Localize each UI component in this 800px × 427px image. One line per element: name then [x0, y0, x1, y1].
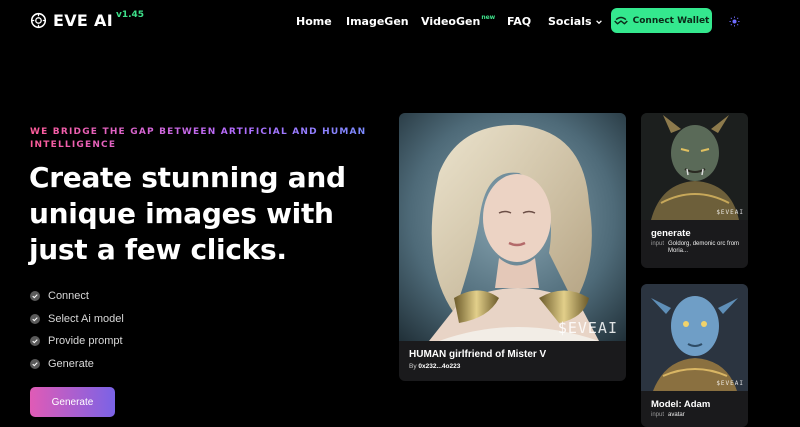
- author-label: By: [409, 363, 417, 370]
- nav-socials-dropdown[interactable]: Socials: [548, 15, 603, 28]
- author-address: 0x232...4o223: [418, 363, 461, 370]
- generate-button[interactable]: Generate: [30, 387, 115, 417]
- hero-headline: Create stunning and unique images with j…: [29, 161, 346, 266]
- connect-wallet-label: Connect Wallet: [632, 15, 710, 26]
- generated-image-avatar: [641, 284, 748, 391]
- step-label: Connect: [48, 290, 89, 303]
- watermark-text: $EVEAI: [716, 209, 744, 216]
- walletconnect-icon: [613, 16, 628, 24]
- nav-videogen-label: VideoGen: [421, 15, 481, 28]
- check-circle-icon: [30, 313, 40, 324]
- nav-socials-label: Socials: [548, 15, 592, 28]
- generated-image-orc: [641, 113, 748, 220]
- step-label: Generate: [48, 357, 94, 370]
- nav-imagegen[interactable]: ImageGen: [346, 15, 409, 28]
- step-item: Provide prompt: [30, 330, 124, 353]
- step-label: Provide prompt: [48, 335, 123, 348]
- gallery-card-generate[interactable]: $EVEAI generate input Goldorg, demonic o…: [641, 113, 748, 268]
- input-label: input: [651, 241, 665, 247]
- new-badge: new: [481, 14, 496, 21]
- card-input: input Goldorg, demonic orc from Moria...: [651, 241, 743, 255]
- nav-faq[interactable]: FAQ: [507, 15, 531, 28]
- chevron-down-icon: [595, 19, 602, 24]
- version-badge: v1.45: [115, 9, 145, 20]
- logo[interactable]: EVE AI v1.45: [30, 9, 145, 30]
- card-title: HUMAN girlfriend of Mister V: [409, 349, 547, 360]
- card-title: Model: Adam: [651, 399, 711, 410]
- connect-wallet-button[interactable]: Connect Wallet: [611, 8, 712, 33]
- nav-videogen[interactable]: VideoGennew: [421, 14, 496, 28]
- check-circle-icon: [30, 291, 40, 302]
- card-input: input avatar: [651, 412, 743, 419]
- sun-icon[interactable]: [729, 16, 740, 27]
- step-item: Select Ai model: [30, 308, 124, 331]
- nav-home[interactable]: Home: [296, 15, 332, 28]
- step-item: Connect: [30, 285, 124, 308]
- step-item: Generate: [30, 353, 124, 376]
- input-value: Goldorg, demonic orc from Moria...: [668, 241, 740, 254]
- check-circle-icon: [30, 358, 40, 369]
- logo-text: EVE AI: [53, 11, 113, 30]
- gallery-card-adam[interactable]: $EVEAI Model: Adam input avatar: [641, 284, 748, 427]
- steps-list: Connect Select Ai model Provide prompt G…: [30, 285, 124, 375]
- check-circle-icon: [30, 336, 40, 347]
- hero-tagline: WE BRIDGE THE GAP BETWEEN ARTIFICIAL AND…: [30, 126, 370, 152]
- card-author: By 0x232...4o223: [409, 363, 460, 370]
- card-title: generate: [651, 228, 691, 239]
- generated-image-woman: [399, 113, 626, 341]
- step-label: Select Ai model: [48, 312, 124, 325]
- top-nav: EVE AI v1.45 Home ImageGen VideoGennew F…: [0, 0, 800, 44]
- watermark-text: $EVEAI: [557, 319, 618, 337]
- gallery-card-main[interactable]: $EVEAI HUMAN girlfriend of Mister V By 0…: [399, 113, 626, 381]
- watermark-text: $EVEAI: [716, 380, 744, 387]
- eve-logo-icon: [30, 12, 47, 29]
- input-label: input: [651, 412, 665, 418]
- input-value: avatar: [668, 412, 685, 418]
